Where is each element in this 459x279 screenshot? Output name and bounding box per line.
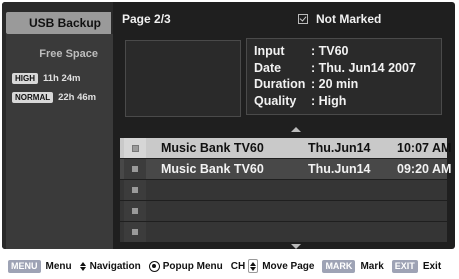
list-item[interactable]: Music Bank TV60 Thu.Jun14 10:07 AM: [120, 138, 451, 158]
row-date: Thu.Jun14: [308, 141, 371, 155]
recording-list: Music Bank TV60 Thu.Jun14 10:07 AM Music…: [120, 138, 451, 243]
row-checkbox[interactable]: [124, 180, 146, 200]
row-title: Music Bank TV60: [161, 141, 264, 155]
row-checkbox[interactable]: [124, 138, 146, 158]
scroll-down-icon[interactable]: [291, 244, 301, 249]
sidebar: USB Backup Free Space HIGH 11h 24m NORMA…: [2, 2, 113, 249]
checkbox-icon: [132, 208, 138, 214]
checkbox-icon: [132, 187, 138, 193]
info-key: Quality: [254, 93, 297, 108]
info-value: : 20 min: [311, 77, 359, 91]
row-time: 09:20 AM: [397, 162, 452, 176]
sidebar-title: USB Backup: [6, 12, 111, 34]
ok-circle-icon: [148, 260, 160, 272]
list-item[interactable]: [120, 222, 447, 242]
info-row-quality: Quality : High: [247, 93, 441, 110]
row-checkbox[interactable]: [124, 159, 146, 179]
recording-info-panel: Input : TV60 Date : Thu. Jun14 2007 Dura…: [246, 38, 442, 115]
checkbox-icon: [132, 145, 139, 152]
not-marked-label: Not Marked: [316, 12, 382, 26]
checkbox-icon: [132, 229, 138, 235]
popup-menu-key-label: Popup Menu: [162, 260, 223, 272]
checkbox-icon: [298, 14, 308, 24]
page-indicator: Page 2/3: [122, 12, 171, 26]
row-date: Thu.Jun14: [308, 162, 371, 176]
row-time: 10:07 AM: [397, 141, 452, 155]
list-item[interactable]: [120, 180, 447, 200]
info-row-duration: Duration : 20 min: [247, 76, 441, 93]
info-value: : Thu. Jun14 2007: [311, 60, 416, 75]
info-key: Date: [254, 60, 282, 75]
menu-key-badge: MENU: [8, 259, 41, 273]
info-row-input: Input : TV60: [247, 43, 441, 60]
mode-normal-row: NORMAL 22h 46m: [12, 91, 96, 104]
exit-key-label: Exit: [422, 260, 442, 272]
info-row-date: Date : Thu. Jun14 2007: [247, 60, 441, 77]
mode-badge-high: HIGH: [12, 73, 38, 84]
list-item[interactable]: [120, 201, 447, 221]
list-item[interactable]: Music Bank TV60 Thu.Jun14 09:20 AM: [120, 159, 451, 179]
row-checkbox[interactable]: [124, 222, 146, 242]
ch-label: CH: [230, 260, 246, 272]
menu-key-label: Menu: [45, 260, 72, 272]
info-value: : High: [311, 93, 347, 108]
row-title: Music Bank TV60: [161, 162, 264, 176]
checkbox-icon: [132, 166, 138, 172]
channel-updown-icon: [248, 259, 259, 273]
mode-value-high: 11h 24m: [43, 73, 81, 84]
mode-badge-normal: NORMAL: [12, 92, 54, 103]
exit-key-badge: EXIT: [391, 259, 418, 273]
scroll-up-icon[interactable]: [291, 127, 301, 132]
navigation-key-label: Navigation: [89, 260, 141, 272]
free-space-panel: Free Space HIGH 11h 24m NORMAL 22h 46m: [6, 34, 113, 249]
info-value: : TV60: [311, 44, 349, 58]
row-checkbox[interactable]: [124, 201, 146, 221]
remote-key-legend: MENU Menu Navigation Popup Menu CH Move …: [8, 258, 449, 274]
preview-thumbnail: [125, 40, 241, 117]
mode-high-row: HIGH 11h 24m: [12, 72, 81, 85]
free-space-label: Free Space: [39, 48, 98, 60]
navigation-arrows-icon: [79, 261, 86, 271]
not-marked-filter[interactable]: Not Marked: [298, 12, 381, 26]
mark-key-badge: MARK: [322, 259, 356, 273]
move-page-key-label: Move Page: [262, 260, 315, 272]
info-key: Input: [254, 44, 285, 58]
mark-key-label: Mark: [360, 260, 384, 272]
mode-value-normal: 22h 46m: [58, 92, 97, 103]
info-key: Duration: [254, 77, 306, 91]
usb-backup-screen: USB Backup Free Space HIGH 11h 24m NORMA…: [2, 2, 455, 249]
